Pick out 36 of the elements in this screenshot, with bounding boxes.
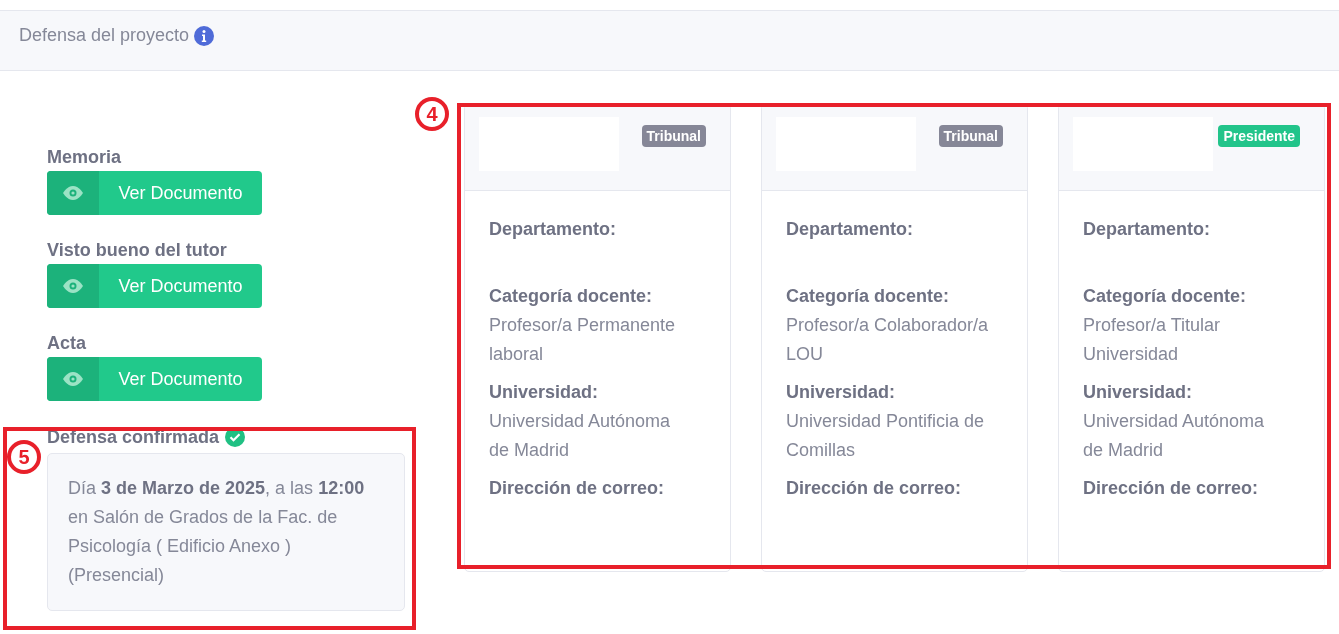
field-label: Dirección de correo:: [1083, 477, 1260, 500]
field-label: Departamento:: [786, 218, 915, 241]
field-label: Dirección de correo:: [489, 477, 666, 500]
field-label: Categoría docente:: [489, 285, 654, 308]
view-document-button[interactable]: Ver Documento: [47, 357, 262, 401]
field-label: Universidad:: [786, 381, 897, 404]
role-badge: Tribunal: [938, 125, 1003, 147]
field-value: Profesor/a Titular Universidad: [1083, 314, 1222, 366]
defense-details: Día 3 de Marzo de 2025, a las 12:00 en Salón de Grados de la Fac. de Psicología ( Edificio Anexo ) (Presencial): [47, 453, 405, 611]
field-label: Categoría docente:: [786, 285, 951, 308]
field-label: Dirección de correo:: [786, 477, 963, 500]
eye-icon: [61, 371, 85, 387]
eye-icon: [61, 185, 85, 201]
field-value: Universidad Pontificia de Comillas: [786, 410, 986, 462]
field-label: Departamento:: [489, 218, 618, 241]
field-value: Profesor/a Colaborador/a LOU: [786, 314, 989, 366]
document-label: Visto bueno del tutor: [47, 239, 227, 261]
field-label: Departamento:: [1083, 218, 1212, 241]
view-document-button[interactable]: Ver Documento: [47, 264, 262, 308]
defense-status: Defensa confirmada: [47, 426, 220, 449]
section-title: Defensa del proyecto: [19, 25, 190, 46]
field-label: Categoría docente:: [1083, 285, 1248, 308]
document-label: Acta: [47, 332, 86, 354]
field-value: Universidad Autónoma de Madrid: [489, 410, 672, 462]
field-label: Universidad:: [1083, 381, 1194, 404]
field-value: Universidad Autónoma de Madrid: [1083, 410, 1266, 462]
document-label: Memoria: [47, 146, 122, 168]
role-badge: Tribunal: [641, 125, 706, 147]
view-document-button[interactable]: Ver Documento: [47, 171, 262, 215]
eye-icon: [61, 278, 85, 294]
annotation-number: 5: [7, 440, 41, 474]
annotation-number: 4: [415, 97, 449, 131]
field-label: Universidad:: [489, 381, 600, 404]
role-badge: Presidente: [1218, 125, 1300, 147]
info-icon[interactable]: [194, 25, 215, 46]
field-value: Profesor/a Permanente laboral: [489, 314, 677, 366]
